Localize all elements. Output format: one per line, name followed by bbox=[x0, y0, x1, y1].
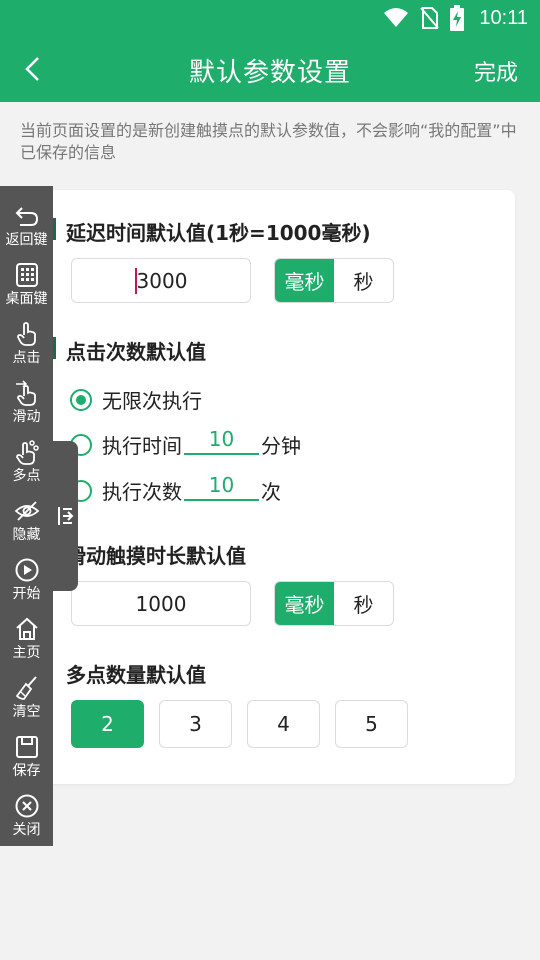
delay-unit-s[interactable]: 秒 bbox=[334, 259, 393, 302]
toolbar-label: 返回键 bbox=[5, 232, 48, 248]
toolbar-swipe[interactable]: 滑动 bbox=[0, 377, 53, 436]
settings-card: 延迟时间默认值(1秒=1000毫秒) 3000 毫秒 秒 点击次数默认值 无限次… bbox=[24, 190, 515, 784]
swipe-value: 1000 bbox=[135, 591, 187, 616]
floating-toolbar: 返回键 桌面键 点击 滑动 多点 隐藏 开始 主页 清空 保存 关闭 bbox=[0, 186, 53, 846]
multi-touch-icon bbox=[15, 440, 39, 465]
toolbar-save[interactable]: 保存 bbox=[0, 731, 53, 790]
toolbar-label: 主页 bbox=[12, 645, 41, 661]
no-sim-icon bbox=[420, 7, 440, 29]
radio-label: 执行次数 bbox=[102, 480, 182, 504]
delay-value: 3000 bbox=[136, 268, 188, 293]
multi-count-3[interactable]: 3 bbox=[159, 700, 232, 748]
toolbar-label: 多点 bbox=[12, 468, 41, 484]
wifi-icon bbox=[384, 8, 409, 27]
toolbar-home[interactable]: 主页 bbox=[0, 613, 53, 672]
delay-value-input[interactable]: 3000 bbox=[71, 258, 251, 303]
radio-unlimited[interactable]: 无限次执行 bbox=[70, 385, 202, 414]
toolbar-label: 清空 bbox=[12, 704, 41, 720]
play-icon bbox=[15, 558, 38, 582]
toolbar-clear[interactable]: 清空 bbox=[0, 672, 53, 731]
duration-minutes-input[interactable]: 10 bbox=[184, 427, 259, 455]
save-icon bbox=[15, 736, 38, 758]
radio-label: 无限次执行 bbox=[102, 389, 202, 413]
battery-charging-icon bbox=[450, 5, 465, 31]
toolbar-start[interactable]: 开始 bbox=[0, 554, 53, 613]
delay-unit-toggle: 毫秒 秒 bbox=[274, 258, 394, 303]
clicks-section-title: 点击次数默认值 bbox=[66, 340, 206, 364]
page-title: 默认参数设置 bbox=[188, 58, 351, 88]
toolbar-label: 关闭 bbox=[12, 822, 41, 838]
toolbar-tap[interactable]: 点击 bbox=[0, 318, 53, 377]
status-icons: 10:11 bbox=[383, 4, 528, 32]
toolbar-close[interactable]: 关闭 bbox=[0, 790, 53, 849]
grid-icon bbox=[15, 263, 38, 287]
multi-count-5[interactable]: 5 bbox=[335, 700, 408, 748]
toolbar-desktop-key[interactable]: 桌面键 bbox=[0, 259, 53, 318]
toolbar-label: 隐藏 bbox=[12, 527, 41, 543]
toolbar-label: 滑动 bbox=[12, 409, 41, 425]
radio-button-checked[interactable] bbox=[70, 388, 92, 411]
swipe-unit-s[interactable]: 秒 bbox=[334, 582, 393, 625]
broom-icon bbox=[15, 676, 37, 700]
status-time: 10:11 bbox=[479, 6, 528, 29]
collapse-icon bbox=[57, 507, 73, 525]
multi-section-title: 多点数量默认值 bbox=[66, 663, 206, 687]
hint-text: 当前页面设置的是新创建触摸点的默认参数值，不会影响“我的配置”中已保存的信息 bbox=[20, 121, 517, 162]
radio-label: 执行时间 bbox=[102, 434, 182, 458]
multi-count-2[interactable]: 2 bbox=[71, 700, 144, 748]
execution-count-input[interactable]: 10 bbox=[184, 473, 259, 501]
swipe-unit-ms[interactable]: 毫秒 bbox=[275, 582, 334, 625]
toolbar-multi-touch[interactable]: 多点 bbox=[0, 436, 53, 495]
tap-hand-icon bbox=[16, 322, 36, 346]
app-bar: 默认参数设置 完成 bbox=[0, 36, 540, 102]
radio-duration[interactable]: 执行时间 10 分钟 bbox=[70, 427, 301, 459]
toolbar-label: 点击 bbox=[12, 350, 41, 366]
status-bar: 10:11 bbox=[0, 0, 540, 36]
delay-section-title: 延迟时间默认值(1秒=1000毫秒) bbox=[66, 221, 371, 245]
toolbar-collapse-handle[interactable] bbox=[53, 441, 78, 591]
toolbar-label: 开始 bbox=[12, 586, 41, 602]
toolbar-label: 桌面键 bbox=[5, 291, 48, 307]
home-icon bbox=[15, 617, 38, 640]
eye-off-icon bbox=[14, 501, 39, 521]
swipe-value-input[interactable]: 1000 bbox=[71, 581, 251, 626]
swipe-unit-toggle: 毫秒 秒 bbox=[274, 581, 394, 626]
swipe-hand-icon bbox=[15, 380, 36, 406]
back-arrow-icon bbox=[15, 207, 38, 226]
toolbar-back-key[interactable]: 返回键 bbox=[0, 200, 53, 259]
toolbar-label: 保存 bbox=[12, 763, 41, 779]
done-button[interactable]: 完成 bbox=[474, 55, 518, 87]
close-circle-icon bbox=[15, 794, 38, 818]
unit-label: 次 bbox=[261, 480, 281, 504]
swipe-section-title: 滑动触摸时长默认值 bbox=[66, 544, 246, 568]
delay-unit-ms[interactable]: 毫秒 bbox=[275, 259, 334, 302]
unit-label: 分钟 bbox=[261, 434, 301, 458]
toolbar-hide[interactable]: 隐藏 bbox=[0, 495, 53, 554]
radio-count[interactable]: 执行次数 10 次 bbox=[70, 473, 281, 505]
multi-count-4[interactable]: 4 bbox=[247, 700, 320, 748]
